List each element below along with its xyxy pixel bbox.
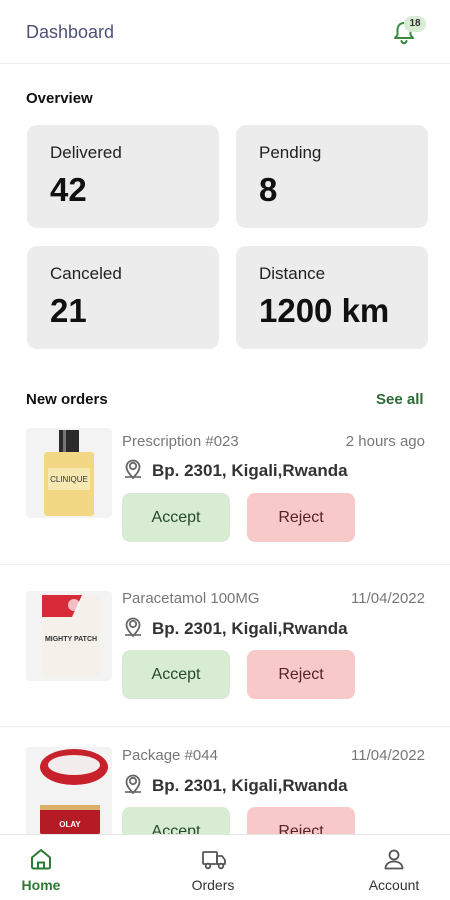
tab-label: Account: [368, 877, 420, 893]
user-icon: [384, 849, 404, 870]
bottom-tab-bar: Home Orders Account: [0, 834, 450, 900]
stat-label: Delivered: [50, 143, 122, 162]
olay-jar-image: OLAY: [40, 749, 108, 835]
location-pin-icon: [125, 617, 141, 638]
reject-button[interactable]: Reject: [247, 650, 355, 699]
order-name: Prescription #023: [122, 433, 239, 450]
order-address: Bp. 2301, Kigali,Rwanda: [122, 458, 348, 481]
notification-badge: 18: [404, 16, 426, 32]
address-text: Bp. 2301, Kigali,Rwanda: [152, 461, 348, 480]
stat-value: 42: [50, 171, 87, 208]
tab-orders[interactable]: Orders: [168, 835, 258, 900]
stat-card-pending: Pending 8: [236, 125, 428, 228]
app-header: Dashboard 18: [0, 0, 450, 64]
stat-value: 21: [50, 292, 87, 329]
product-image: OLAY: [26, 747, 112, 837]
stat-card-canceled: Canceled 21: [27, 246, 219, 349]
page-title: Dashboard: [26, 22, 115, 42]
stat-label: Distance: [259, 264, 326, 283]
stat-value: 8: [259, 171, 278, 208]
location-pin-icon: [125, 459, 141, 480]
stat-card-delivered: Delivered 42: [27, 125, 219, 228]
order-address: Bp. 2301, Kigali,Rwanda: [122, 773, 348, 796]
address-text: Bp. 2301, Kigali,Rwanda: [152, 776, 348, 795]
mighty-patch-box-image: MIGHTY PATCH: [42, 595, 100, 677]
brand-label: OLAY: [59, 820, 81, 829]
accept-button[interactable]: Accept: [122, 650, 230, 699]
tab-label: Home: [21, 877, 61, 893]
tab-account[interactable]: Account: [349, 835, 439, 900]
product-image: MIGHTY PATCH: [26, 591, 112, 681]
order-item[interactable]: CLINIQUE Prescription #023 2 hours ago B…: [0, 420, 450, 565]
tab-label: Orders: [191, 877, 235, 893]
overview-title: Overview: [26, 90, 93, 107]
see-all-link[interactable]: See all: [376, 391, 424, 408]
accept-button[interactable]: Accept: [122, 493, 230, 542]
truck-icon: [202, 851, 226, 870]
order-name: Paracetamol 100MG: [122, 590, 260, 607]
home-icon: [31, 849, 51, 870]
order-time: 11/04/2022: [351, 590, 425, 607]
order-item[interactable]: MIGHTY PATCH Paracetamol 100MG 11/04/202…: [0, 565, 450, 727]
order-time: 2 hours ago: [345, 433, 425, 450]
order-time: 11/04/2022: [351, 747, 425, 764]
stat-label: Pending: [259, 143, 322, 162]
notifications-button[interactable]: 18: [390, 16, 426, 46]
address-text: Bp. 2301, Kigali,Rwanda: [152, 619, 348, 638]
reject-button[interactable]: Reject: [247, 493, 355, 542]
stat-card-distance: Distance 1200 km: [236, 246, 428, 349]
order-address: Bp. 2301, Kigali,Rwanda: [122, 616, 348, 639]
order-name: Package #044: [122, 747, 218, 764]
tab-home[interactable]: Home: [0, 835, 86, 900]
location-pin-icon: [125, 774, 141, 795]
new-orders-title: New orders: [26, 391, 108, 408]
stat-value: 1200 km: [259, 292, 390, 329]
stat-label: Canceled: [50, 264, 122, 283]
brand-label: CLINIQUE: [50, 475, 88, 484]
product-image: CLINIQUE: [26, 428, 112, 518]
brand-label: MIGHTY PATCH: [45, 636, 97, 643]
clinique-bottle-image: CLINIQUE: [44, 430, 94, 516]
